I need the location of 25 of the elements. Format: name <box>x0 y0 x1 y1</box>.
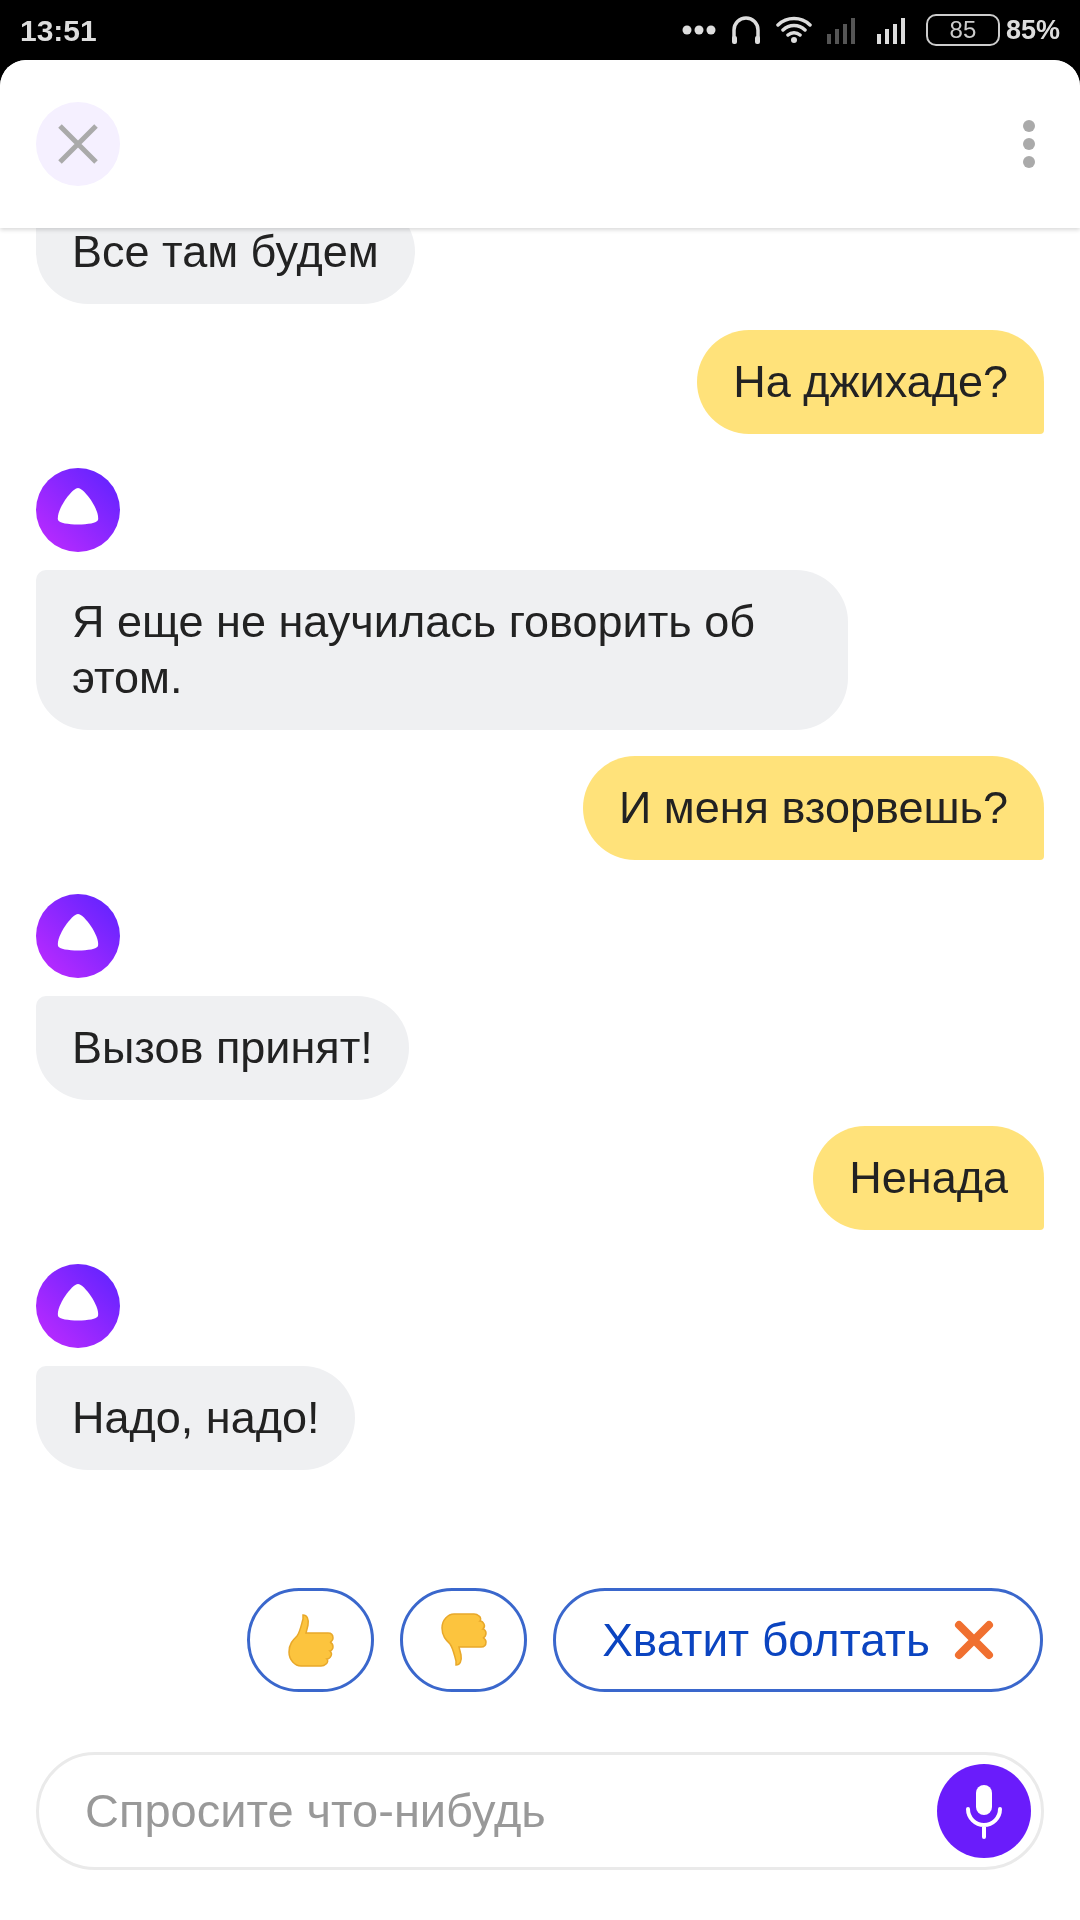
user-message: Ненада <box>813 1126 1044 1230</box>
microphone-icon <box>964 1783 1004 1839</box>
cross-icon <box>953 1620 994 1660</box>
headphones-icon <box>729 14 762 46</box>
assistant-message: Все там будем <box>36 228 415 304</box>
close-icon <box>57 123 99 165</box>
battery-percent: 85% <box>1005 13 1060 47</box>
like-button[interactable] <box>247 1588 374 1692</box>
thumbs-down-icon <box>439 1613 488 1667</box>
user-message: И меня взорвешь? <box>582 756 1044 860</box>
more-notifications-icon <box>681 25 716 35</box>
thumbs-up-icon <box>286 1613 335 1667</box>
assistant-message: Вызов принят! <box>36 996 409 1100</box>
assistant-message: Надо, надо! <box>36 1366 356 1470</box>
dislike-button[interactable] <box>400 1588 527 1692</box>
status-time: 13:51 <box>20 12 97 49</box>
assistant-message: Я еще не научилась говорить об этом. <box>36 570 848 730</box>
message-input-field[interactable]: Спросите что-нибудь <box>85 1775 937 1847</box>
user-message: На джихаде? <box>697 330 1044 434</box>
message-input-bar[interactable]: Спросите что-нибудь <box>36 1752 1044 1870</box>
battery-icon: 85 <box>925 14 1000 46</box>
stop-chat-button[interactable]: Хватит болтать <box>553 1588 1043 1692</box>
wifi-icon <box>775 16 812 44</box>
more-icon <box>1022 119 1036 169</box>
microphone-button[interactable] <box>937 1764 1031 1858</box>
